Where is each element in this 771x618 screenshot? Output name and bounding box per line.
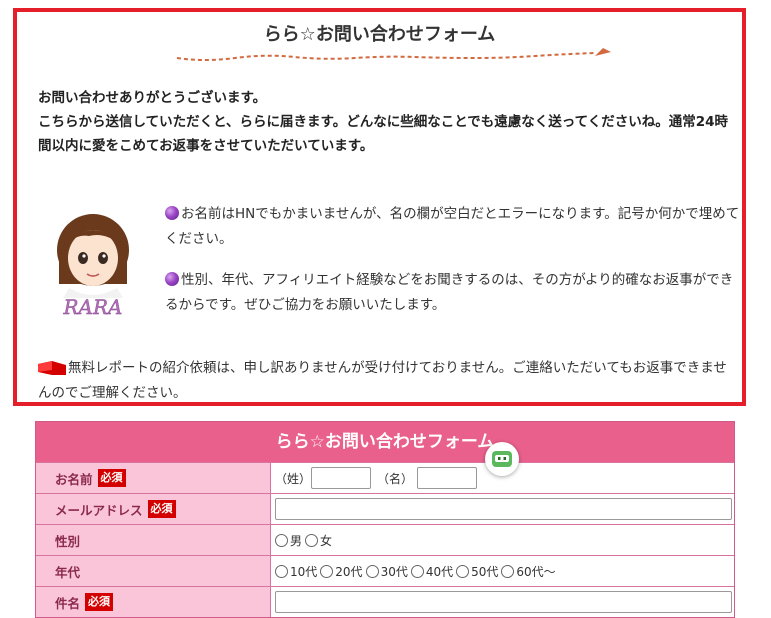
email-label-cell: メールアドレス 必須: [36, 494, 271, 524]
age-option-50s[interactable]: 50代: [456, 563, 498, 580]
subject-input[interactable]: [275, 591, 732, 613]
form-row-email: メールアドレス 必須: [36, 493, 734, 524]
surname-input[interactable]: [311, 467, 372, 489]
avatar-illustration: RARA: [57, 214, 129, 319]
gender-label-cell: 性別: [36, 525, 271, 555]
subject-label-cell: 件名 必須: [36, 587, 271, 617]
subject-label: 件名: [55, 595, 81, 611]
required-badge: 必須: [147, 500, 176, 518]
radio-button[interactable]: [365, 564, 379, 578]
given-name-input[interactable]: [417, 467, 478, 489]
gender-label: 性別: [55, 533, 81, 549]
form-row-age: 年代 10代 20代 30代 40代 50代 60代〜: [36, 555, 734, 586]
form-row-name: お名前 必須 （姓） （名）: [36, 462, 734, 493]
intro-text: お問い合わせありがとうございます。 こちらから送信していただくと、ららに届きます…: [38, 86, 738, 158]
email-field-cell: [271, 494, 734, 524]
note-free-report: 無料レポートの紹介依頼は、申し訳ありませんが受け付けておりません。ご連絡いただい…: [38, 356, 738, 406]
age-option-60s-plus[interactable]: 60代〜: [501, 563, 556, 580]
gender-option-label: 女: [320, 533, 333, 548]
radio-button[interactable]: [501, 564, 515, 578]
email-label: メールアドレス: [55, 502, 143, 518]
age-field-cell: 10代 20代 30代 40代 50代 60代〜: [271, 556, 734, 586]
age-option-20s[interactable]: 20代: [320, 563, 363, 580]
surname-caption: （姓）: [275, 471, 312, 486]
gender-field-cell: 男 女: [271, 525, 734, 555]
age-option-label: 10代: [290, 564, 318, 579]
radio-button[interactable]: [275, 533, 288, 547]
form-row-subject: 件名 必須: [36, 586, 734, 617]
note-2-text: 性別、年代、アフィリエイト経験などをお聞きするのは、その方がより的確なお返事がで…: [165, 272, 734, 313]
note-1-text: お名前はHNでもかまいませんが、名の欄が空白だとエラーになります。記号か何かで埋…: [165, 206, 740, 247]
age-option-label: 40代: [425, 564, 454, 579]
form-row-gender: 性別 男 女: [36, 524, 734, 555]
gender-option-label: 男: [290, 533, 303, 548]
age-option-label: 60代〜: [516, 564, 556, 579]
intro-line-1: お問い合わせありがとうございます。: [38, 90, 267, 106]
wavy-divider: [176, 48, 611, 61]
radio-button[interactable]: [410, 564, 424, 578]
required-badge: 必須: [97, 469, 126, 487]
purple-dot-icon: [165, 272, 179, 286]
required-badge: 必須: [85, 593, 114, 611]
notice-box: らら☆お問い合わせフォーム お問い合わせありがとうございます。 こちらから送信し…: [13, 8, 746, 406]
age-option-label: 20代: [335, 564, 363, 579]
radio-button[interactable]: [320, 564, 334, 578]
radio-button[interactable]: [305, 533, 319, 547]
name-label: お名前: [55, 471, 93, 487]
age-option-label: 30代: [380, 564, 408, 579]
radio-button[interactable]: [275, 564, 288, 578]
radio-button[interactable]: [456, 564, 470, 578]
given-name-caption: （名）: [377, 471, 414, 486]
age-option-30s[interactable]: 30代: [365, 563, 408, 580]
age-label: 年代: [55, 564, 81, 580]
email-input[interactable]: [275, 498, 732, 520]
form-title: らら☆お問い合わせフォーム: [36, 422, 734, 462]
red-flag-icon: [38, 361, 66, 375]
age-option-40s[interactable]: 40代: [410, 563, 454, 580]
note-3-text: 無料レポートの紹介依頼は、申し訳ありませんが受け付けておりません。ご連絡いただい…: [38, 360, 727, 401]
intro-line-2: こちらから送信していただくと、ららに届きます。どんなに些細なことでも遠慮なく送っ…: [38, 114, 729, 154]
contact-form: らら☆お問い合わせフォーム お名前 必須 （姓） （名） メールアドレス 必須 …: [35, 421, 735, 618]
notice-title: らら☆お問い合わせフォーム: [263, 24, 496, 45]
chat-bot-icon[interactable]: [485, 442, 519, 476]
subject-field-cell: [271, 587, 734, 617]
avatar-label: RARA: [62, 295, 122, 319]
age-option-label: 50代: [471, 564, 499, 579]
name-label-cell: お名前 必須: [36, 463, 271, 493]
purple-dot-icon: [165, 206, 179, 220]
robot-icon: [492, 451, 512, 467]
note-profile-fields: 性別、年代、アフィリエイト経験などをお聞きするのは、その方がより的確なお返事がで…: [165, 268, 745, 318]
gender-option-female[interactable]: 女: [305, 532, 332, 549]
gender-option-male[interactable]: 男: [275, 532, 302, 549]
note-name-field: お名前はHNでもかまいませんが、名の欄が空白だとエラーになります。記号か何かで埋…: [165, 202, 745, 252]
age-label-cell: 年代: [36, 556, 271, 586]
age-option-10s[interactable]: 10代: [275, 563, 317, 580]
